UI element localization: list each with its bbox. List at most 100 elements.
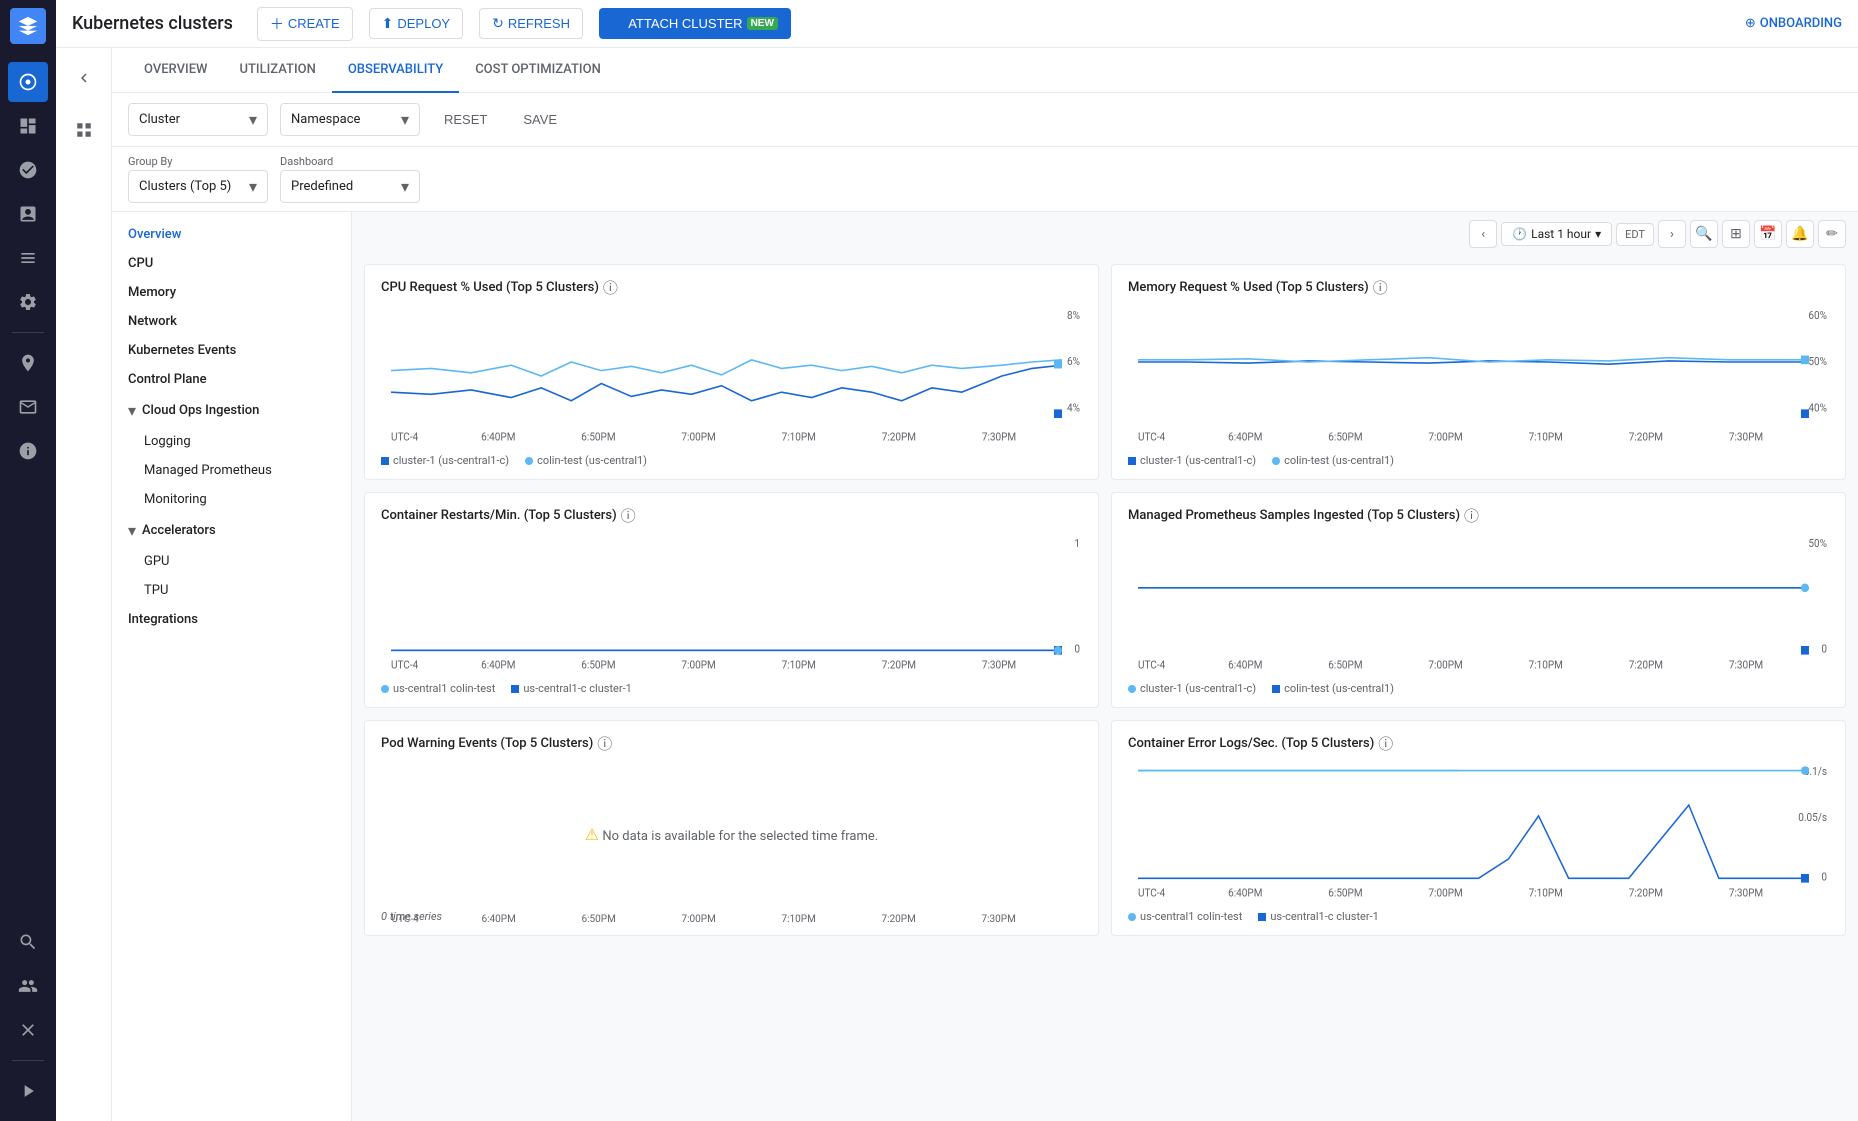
- chart-restarts-legend: us-central1 colin-test us-central1-c clu…: [381, 682, 1082, 695]
- filter-row2: Group By Clusters (Top 5) ▾ Dashboard Pr…: [112, 147, 1858, 212]
- nav-tree-memory[interactable]: Memory: [112, 278, 351, 307]
- nav-tree-accelerators[interactable]: ▾ Accelerators: [112, 514, 351, 547]
- nav-rail: [0, 0, 56, 1121]
- cluster-select[interactable]: Cluster ▾: [128, 103, 268, 136]
- onboarding-button[interactable]: ⊕ ONBOARDING: [1745, 16, 1842, 31]
- secondary-sidebar: [56, 48, 112, 1121]
- nav-divider-1: [12, 332, 44, 333]
- svg-text:7:00PM: 7:00PM: [682, 914, 716, 925]
- nav-item-5[interactable]: [8, 282, 48, 322]
- svg-text:60%: 60%: [1808, 309, 1827, 322]
- content-area: OVERVIEW UTILIZATION OBSERVABILITY COST …: [56, 48, 1858, 1121]
- namespace-select[interactable]: Namespace ▾: [280, 103, 420, 136]
- svg-text:6:40PM: 6:40PM: [481, 430, 515, 443]
- sidebar-collapse-btn[interactable]: [64, 58, 104, 98]
- svg-text:6:40PM: 6:40PM: [481, 658, 515, 671]
- svg-text:1: 1: [1074, 537, 1080, 550]
- tab-cost-optimization[interactable]: COST OPTIMIZATION: [459, 48, 617, 93]
- nav-item-8[interactable]: [8, 431, 48, 471]
- group-by-select[interactable]: Clusters (Top 5) ▾: [128, 170, 268, 203]
- search-time-button[interactable]: 🔍: [1690, 220, 1718, 248]
- sidebar-grid-icon[interactable]: [64, 110, 104, 150]
- nav-tree-tpu[interactable]: TPU: [112, 576, 351, 605]
- nav-kubernetes[interactable]: [8, 62, 48, 102]
- nav-tree-control-plane[interactable]: Control Plane: [112, 365, 351, 394]
- svg-text:0: 0: [1821, 870, 1827, 883]
- nav-tree-gpu[interactable]: GPU: [112, 547, 351, 576]
- nav-tree-cpu[interactable]: CPU: [112, 249, 351, 278]
- dashboard-group: Dashboard Predefined ▾: [280, 155, 420, 203]
- nav-tree-overview[interactable]: Overview: [112, 220, 351, 249]
- nav-tree-k8s-events[interactable]: Kubernetes Events: [112, 336, 351, 365]
- svg-text:7:30PM: 7:30PM: [982, 430, 1016, 443]
- clock-icon: 🕐: [1512, 227, 1527, 241]
- time-prev-button[interactable]: ‹: [1469, 220, 1497, 248]
- nav-item-1[interactable]: [8, 106, 48, 146]
- nav-bottom-3[interactable]: [8, 1010, 48, 1050]
- save-button[interactable]: SAVE: [511, 106, 569, 133]
- calendar-button[interactable]: 📅: [1754, 220, 1782, 248]
- cpu-help-icon[interactable]: ⓘ: [603, 277, 618, 298]
- memory-help-icon[interactable]: ⓘ: [1373, 277, 1388, 298]
- chart-cpu-request-title: CPU Request % Used (Top 5 Clusters) ⓘ: [381, 277, 1082, 298]
- chart-pod-warning-title: Pod Warning Events (Top 5 Clusters) ⓘ: [381, 733, 1082, 754]
- error-logs-help-icon[interactable]: ⓘ: [1378, 733, 1393, 754]
- dashboard-dropdown-icon: ▾: [401, 177, 409, 196]
- svg-text:8%: 8%: [1067, 309, 1080, 322]
- svg-text:0: 0: [1074, 642, 1080, 655]
- chart-error-logs-body: 0.1/s 0.05/s 0 UTC-4 6:40PM 6:50PM 7:00P…: [1128, 762, 1829, 906]
- time-maximize-button[interactable]: ⊞: [1722, 220, 1750, 248]
- nav-item-7[interactable]: [8, 387, 48, 427]
- time-next-button[interactable]: ›: [1658, 220, 1686, 248]
- alert-button[interactable]: 🔔: [1786, 220, 1814, 248]
- create-button[interactable]: ＋ CREATE: [257, 7, 353, 41]
- nav-item-4[interactable]: [8, 238, 48, 278]
- dashboard-select[interactable]: Predefined ▾: [280, 170, 420, 203]
- restarts-help-icon[interactable]: ⓘ: [621, 505, 636, 526]
- nav-item-6[interactable]: [8, 343, 48, 383]
- namespace-dropdown-icon: ▾: [401, 110, 409, 129]
- accelerators-expand-icon[interactable]: ▾: [128, 521, 136, 540]
- chart-pod-warning: Pod Warning Events (Top 5 Clusters) ⓘ ⚠ …: [364, 720, 1099, 936]
- svg-text:7:30PM: 7:30PM: [982, 914, 1016, 925]
- prometheus-help-icon[interactable]: ⓘ: [1464, 505, 1479, 526]
- tab-observability[interactable]: OBSERVABILITY: [332, 48, 459, 93]
- nav-tree-cloud-ops[interactable]: ▾ Cloud Ops Ingestion: [112, 394, 351, 427]
- edit-button[interactable]: ✏: [1818, 220, 1846, 248]
- nav-bottom-2[interactable]: [8, 966, 48, 1006]
- nav-bottom-arrow[interactable]: [8, 1071, 48, 1111]
- main-area: Kubernetes clusters ＋ CREATE ⬆ DEPLOY ↻ …: [56, 0, 1858, 1121]
- tab-utilization[interactable]: UTILIZATION: [223, 48, 331, 93]
- nav-item-3[interactable]: [8, 194, 48, 234]
- app-logo[interactable]: [10, 8, 46, 44]
- svg-text:UTC-4: UTC-4: [391, 430, 418, 443]
- reset-button[interactable]: RESET: [432, 106, 499, 133]
- chart-error-logs-legend: us-central1 colin-test us-central1-c clu…: [1128, 910, 1829, 923]
- nav-tree-network[interactable]: Network: [112, 307, 351, 336]
- tab-overview[interactable]: OVERVIEW: [128, 48, 223, 93]
- chart-cpu-request-body: 8% 6% 4% UTC-4 6:40PM 6:50PM 7:00PM 7:10…: [381, 306, 1082, 450]
- nav-bottom-1[interactable]: [8, 922, 48, 962]
- pod-warning-help-icon[interactable]: ⓘ: [597, 733, 612, 754]
- time-range-button[interactable]: 🕐 Last 1 hour ▾: [1501, 222, 1612, 246]
- svg-text:7:20PM: 7:20PM: [1629, 658, 1663, 671]
- svg-text:6:40PM: 6:40PM: [1228, 658, 1262, 671]
- nav-tree-managed-prometheus[interactable]: Managed Prometheus: [112, 456, 351, 485]
- svg-text:0: 0: [1821, 642, 1827, 655]
- nav-tree-monitoring[interactable]: Monitoring: [112, 485, 351, 514]
- svg-text:0.05/s: 0.05/s: [1798, 811, 1827, 824]
- attach-cluster-button[interactable]: ⬡ ATTACH CLUSTER NEW: [599, 8, 791, 39]
- nav-tree-integrations[interactable]: Integrations: [112, 605, 351, 634]
- svg-text:UTC-4: UTC-4: [392, 914, 420, 925]
- chart-memory-legend: cluster-1 (us-central1-c) colin-test (us…: [1128, 454, 1829, 467]
- refresh-button[interactable]: ↻ REFRESH: [479, 8, 583, 39]
- refresh-icon: ↻: [492, 15, 504, 32]
- nav-item-2[interactable]: [8, 150, 48, 190]
- chart-cpu-request: CPU Request % Used (Top 5 Clusters) ⓘ 8%…: [364, 264, 1099, 480]
- chart-memory-request: Memory Request % Used (Top 5 Clusters) ⓘ…: [1111, 264, 1846, 480]
- nav-tree-logging[interactable]: Logging: [112, 427, 351, 456]
- cloud-ops-expand-icon[interactable]: ▾: [128, 401, 136, 420]
- svg-text:6%: 6%: [1067, 355, 1080, 368]
- deploy-button[interactable]: ⬆ DEPLOY: [369, 8, 463, 39]
- body-area: Overview CPU Memory Network Kubernetes E…: [112, 212, 1858, 1121]
